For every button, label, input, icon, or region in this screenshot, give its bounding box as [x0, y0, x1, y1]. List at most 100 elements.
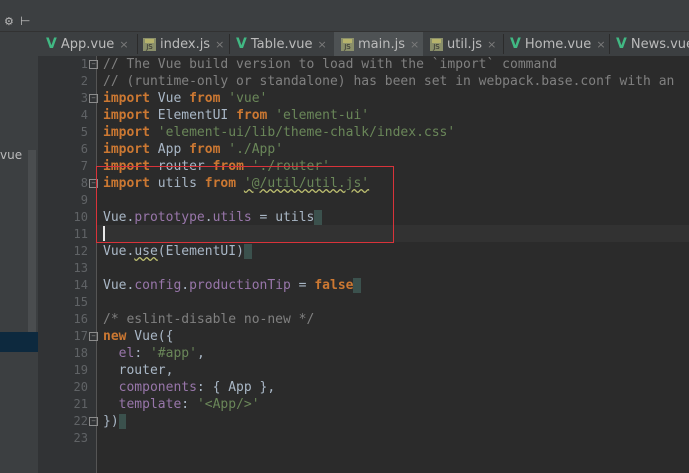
project-tree-item[interactable]: vue [0, 148, 22, 162]
property: template [103, 397, 182, 412]
identifier: (ElementUI) [157, 244, 244, 259]
tab-separator [137, 34, 138, 54]
code-line-22[interactable]: }) [103, 413, 127, 430]
line-number: 21 [73, 397, 88, 411]
js-file-icon: JS [341, 37, 354, 51]
js-file-icon: JS [430, 37, 443, 51]
punctuation: }) [103, 414, 119, 429]
line-number: 5 [80, 125, 88, 139]
line-number: 20 [73, 380, 88, 394]
line-number: 15 [73, 295, 88, 309]
code-line-20[interactable]: components: { App }, [103, 379, 276, 396]
project-panel [0, 32, 38, 473]
keyword: import [103, 142, 150, 157]
punctuation: . [181, 278, 190, 293]
collapse-icon[interactable]: ⊢ [20, 14, 30, 28]
code-line-17[interactable]: new Vue({ [103, 328, 173, 345]
code-line-3[interactable]: import Vue from 'vue' [103, 90, 267, 107]
keyword: from [236, 108, 268, 123]
tab-separator [609, 34, 610, 54]
annotation-highlight-box [96, 166, 394, 243]
string-literal: '#app' [149, 346, 197, 361]
identifier: Vue [149, 91, 190, 106]
vue-file-icon: V [616, 36, 627, 52]
line-number: 8 [80, 176, 88, 190]
keyword: from [189, 142, 221, 157]
fold-icon[interactable]: − [89, 94, 98, 103]
end-marker [118, 414, 127, 429]
line-number: 11 [73, 227, 88, 241]
identifier: Vue. [103, 278, 135, 293]
line-number: 10 [73, 210, 88, 224]
tab-app-vue[interactable]: V App.vue × [46, 34, 129, 54]
method: use [134, 244, 158, 259]
property: productionTip [189, 278, 291, 293]
fold-icon[interactable]: − [89, 60, 98, 69]
tab-index-js[interactable]: JS index.js × [143, 34, 224, 54]
punctuation: : [181, 397, 197, 412]
tab-main-js[interactable]: JS main.js × [341, 34, 419, 54]
line-number: 17 [73, 329, 88, 343]
identifier: ElementUI [149, 108, 237, 123]
line-number: 23 [73, 431, 88, 445]
tab-label: index.js [160, 36, 211, 52]
line-number: 9 [80, 193, 88, 207]
property: config [134, 278, 182, 293]
code-line-21[interactable]: template: '<App/>' [103, 396, 260, 413]
tab-util-js[interactable]: JS util.js × [430, 34, 496, 54]
string-literal: 'element-ui/lib/theme-chalk/index.css' [157, 125, 456, 140]
line-number: 13 [73, 261, 88, 275]
code-line-12[interactable]: Vue.use(ElementUI) [103, 243, 252, 260]
property: el [103, 346, 135, 361]
code-line-6[interactable]: import App from './App' [103, 141, 283, 158]
close-icon[interactable]: × [410, 38, 419, 51]
vue-file-icon: V [46, 36, 57, 52]
keyword: from [189, 91, 221, 106]
tab-table-vue[interactable]: V Table.vue × [236, 34, 327, 54]
close-icon[interactable]: × [487, 38, 496, 51]
tab-label: News.vue [630, 36, 689, 52]
punctuation: : [134, 346, 150, 361]
tab-label: Table.vue [250, 36, 313, 52]
close-icon[interactable]: × [119, 38, 128, 51]
js-file-icon: JS [143, 37, 156, 51]
code-line-2[interactable]: // (runtime-only or standalone) has been… [103, 73, 674, 90]
keyword: import [103, 125, 150, 140]
code-line-5[interactable]: import 'element-ui/lib/theme-chalk/index… [103, 124, 455, 141]
keyword: false [314, 278, 354, 293]
code-line-19[interactable]: router, [103, 362, 174, 379]
gutter-divider [96, 56, 97, 473]
tab-home-vue[interactable]: V Home.vue × [510, 34, 606, 54]
code-line-16[interactable]: /* eslint-disable no-new */ [103, 311, 314, 328]
close-icon[interactable]: × [596, 38, 605, 51]
close-icon[interactable]: × [318, 38, 327, 51]
code-line-18[interactable]: el: '#app', [103, 345, 205, 362]
fold-icon[interactable]: − [89, 417, 98, 426]
tab-label: Home.vue [524, 36, 592, 52]
keyword: import [103, 108, 150, 123]
line-number: 12 [73, 244, 88, 258]
line-number: 22 [73, 414, 88, 428]
code-line-4[interactable]: import ElementUI from 'element-ui' [103, 107, 369, 124]
tab-label: util.js [447, 36, 483, 52]
tab-label: App.vue [60, 36, 115, 52]
fold-icon[interactable]: − [89, 332, 98, 341]
line-number: 4 [80, 108, 88, 122]
line-number: 14 [73, 278, 88, 292]
line-number: 3 [80, 91, 88, 105]
line-number: 7 [80, 159, 88, 173]
line-number: 18 [73, 346, 88, 360]
close-icon[interactable]: × [215, 38, 224, 51]
project-panel-scrollbar[interactable] [28, 150, 36, 350]
tab-news-vue[interactable]: V News.vue [616, 34, 689, 54]
vue-file-icon: V [236, 36, 247, 52]
code-line-1[interactable]: // The Vue build version to load with th… [103, 56, 557, 73]
property: components [103, 380, 197, 395]
code-line-14[interactable]: Vue.config.productionTip = false [103, 277, 362, 294]
settings-icon[interactable]: ⚙ [4, 15, 14, 28]
string-literal: '<App/>' [196, 397, 260, 412]
line-number: 1 [80, 57, 88, 71]
project-tree-selected-row[interactable] [0, 332, 38, 352]
identifier: Vue({ [126, 329, 174, 344]
tab-label: main.js [358, 36, 405, 52]
